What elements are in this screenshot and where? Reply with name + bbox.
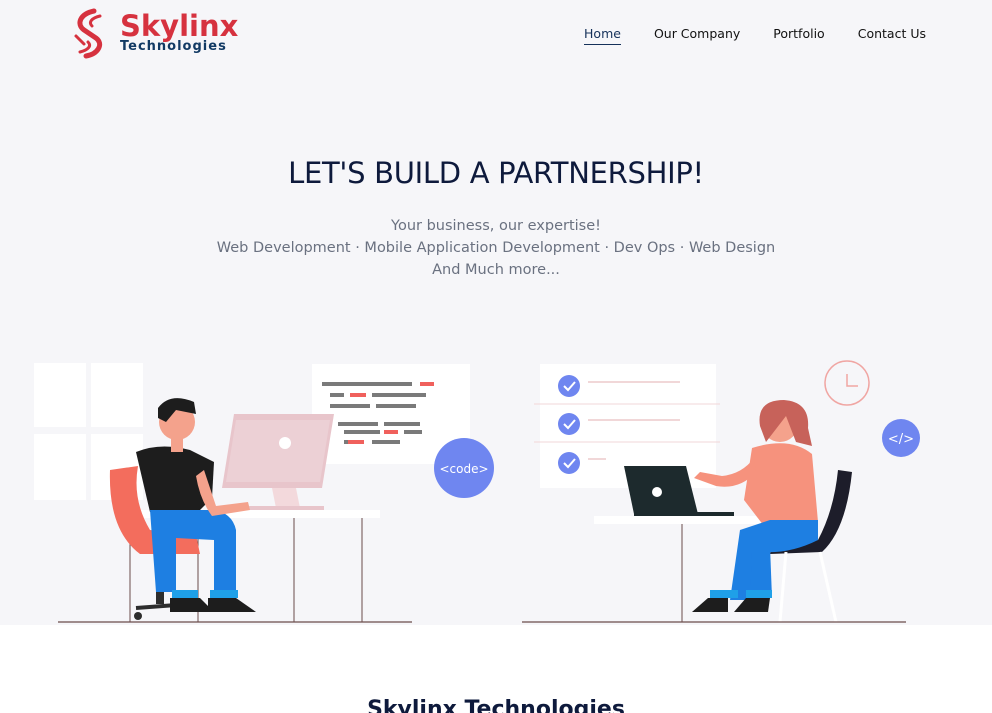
nav-portfolio[interactable]: Portfolio: [773, 26, 824, 45]
section-title: Skylinx Technologies: [367, 697, 625, 713]
logo-mark-icon: [74, 8, 103, 59]
nav-contact-us[interactable]: Contact Us: [858, 26, 926, 45]
brand-name: Skylinx: [120, 9, 239, 43]
hero-tagline: Your business, our expertise!: [391, 218, 601, 234]
code-bubble-text: <code>: [439, 462, 488, 476]
main-nav: Home Our Company Portfolio Contact Us: [584, 26, 926, 45]
hero-services: Web Development · Mobile Application Dev…: [216, 240, 776, 256]
brand-logo[interactable]: Skylinx Technologies: [70, 8, 238, 62]
hero-illustration: <code> </>: [34, 360, 920, 623]
brand-subtitle: Technologies: [120, 39, 227, 54]
nav-our-company[interactable]: Our Company: [654, 26, 740, 45]
nav-home[interactable]: Home: [584, 26, 621, 45]
hero-more: And Much more...: [432, 262, 560, 278]
developer-desktop-scene: <code>: [34, 363, 494, 623]
hero-headline: LET'S BUILD A PARTNERSHIP!: [288, 156, 704, 190]
tag-bubble-text: </>: [888, 432, 914, 447]
developer-laptop-scene: </>: [522, 360, 920, 623]
